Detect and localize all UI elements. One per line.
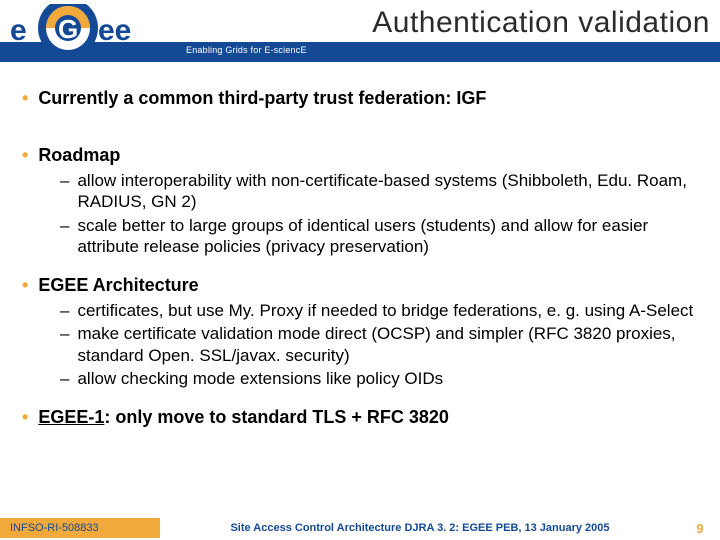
dash-icon: – [60,368,69,389]
bullet-icon: • [22,408,28,426]
sub-item: – allow checking mode extensions like po… [60,368,698,389]
sub-item: – certificates, but use My. Proxy if nee… [60,300,698,321]
bullet-egee1: • EGEE-1: only move to standard TLS + RF… [22,407,698,428]
svg-text:G: G [58,14,78,44]
slide-body: • Currently a common third-party trust f… [0,64,720,428]
svg-text:e: e [10,14,27,47]
tagline: Enabling Grids for E-sciencE [186,45,307,55]
sub-text: allow interoperability with non-certific… [77,170,698,213]
bullet-text: EGEE-1: only move to standard TLS + RFC … [38,407,449,428]
bullet-egee-arch: • EGEE Architecture [22,275,698,296]
dash-icon: – [60,170,69,191]
sub-text: certificates, but use My. Proxy if neede… [77,300,698,321]
slide-title: Authentication validation [372,6,710,40]
footer-ref: INFSO-RI-508833 [0,518,160,538]
sub-text: scale better to large groups of identica… [77,215,698,258]
dash-icon: – [60,323,69,344]
bullet-text: Roadmap [38,145,120,166]
footer: INFSO-RI-508833 Site Access Control Arch… [0,516,720,540]
sub-text: make certificate validation mode direct … [77,323,698,366]
arch-sub: – certificates, but use My. Proxy if nee… [60,300,698,389]
bullet-text: Currently a common third-party trust fed… [38,88,486,109]
roadmap-sub: – allow interoperability with non-certif… [60,170,698,257]
sub-item: – make certificate validation mode direc… [60,323,698,366]
page-number: 9 [680,521,720,536]
egee-logo: e ee G [6,4,176,56]
bullet-trust-federation: • Currently a common third-party trust f… [22,88,698,109]
sub-text: allow checking mode extensions like poli… [77,368,698,389]
sub-item: – allow interoperability with non-certif… [60,170,698,213]
bullet-text: EGEE Architecture [38,275,198,296]
egee1-label: EGEE-1 [38,407,104,427]
header: e ee G Authentication validation Enablin… [0,0,720,64]
footer-title: Site Access Control Architecture DJRA 3.… [160,522,680,534]
egee1-rest: : only move to standard TLS + RFC 3820 [104,407,449,427]
bullet-icon: • [22,89,28,107]
dash-icon: – [60,300,69,321]
bullet-roadmap: • Roadmap [22,145,698,166]
slide: e ee G Authentication validation Enablin… [0,0,720,540]
svg-text:ee: ee [98,14,131,47]
sub-item: – scale better to large groups of identi… [60,215,698,258]
bullet-icon: • [22,146,28,164]
dash-icon: – [60,215,69,236]
bullet-icon: • [22,276,28,294]
